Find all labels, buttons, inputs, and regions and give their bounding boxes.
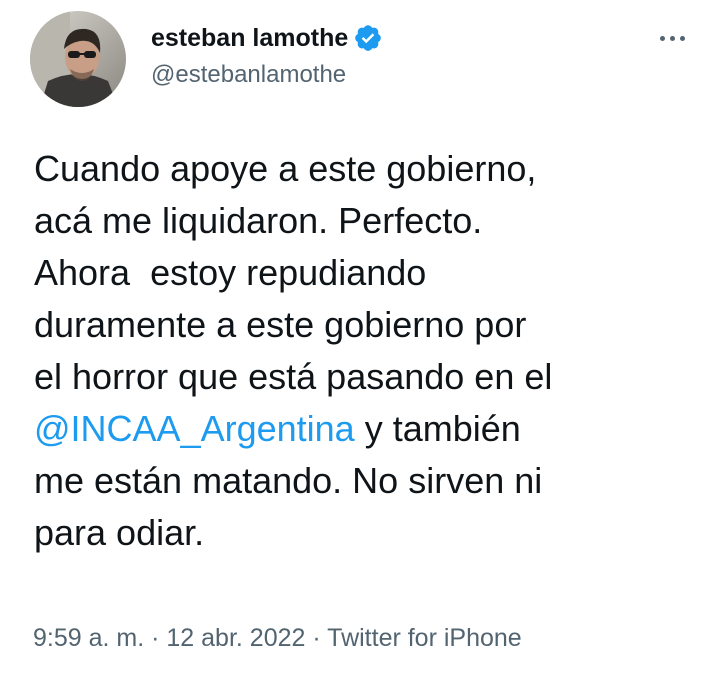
verified-badge-icon [353, 23, 383, 53]
tweet-line: para odiar. [34, 512, 205, 553]
meta-separator: · [305, 624, 328, 652]
author-display-name[interactable]: esteban lamothe [151, 22, 348, 54]
more-dot [669, 35, 675, 41]
tweet-line: duramente a este gobierno por [34, 304, 527, 345]
tweet-metadata: 9:59 a. m. · 12 abr. 2022 · Twitter for … [33, 621, 522, 655]
tweet-line: me están matando. No sirven ni [34, 460, 543, 501]
tweet-card: esteban lamothe @estebanlamothe Cuando a… [0, 0, 720, 690]
mention-link[interactable]: @INCAA_Argentina [34, 408, 355, 449]
tweet-line: Ahora estoy repudiando [34, 252, 427, 293]
author-info: esteban lamothe @estebanlamothe [151, 22, 383, 90]
author-avatar[interactable] [30, 11, 126, 107]
tweet-line-after-mention: y también [354, 408, 521, 449]
tweet-line: el horror que está pasando en el [34, 356, 553, 397]
tweet-line: acá me liquidaron. Perfecto. [34, 200, 483, 241]
tweet-line: Cuando apoye a este gobierno, [34, 148, 537, 189]
tweet-time[interactable]: 9:59 a. m. [33, 624, 144, 652]
tweet-date[interactable]: 12 abr. 2022 [166, 624, 305, 652]
more-options-button[interactable] [652, 26, 692, 50]
tweet-source[interactable]: Twitter for iPhone [327, 624, 522, 652]
more-dot [679, 35, 685, 41]
more-horizontal-icon [659, 35, 665, 41]
author-name-row[interactable]: esteban lamothe [151, 22, 383, 54]
author-handle[interactable]: @estebanlamothe [151, 60, 383, 90]
profile-photo-icon [30, 11, 126, 107]
tweet-line-mention: @INCAA_Argentina y también [34, 403, 704, 455]
meta-separator: · [144, 624, 167, 652]
tweet-text: Cuando apoye a este gobierno, acá me liq… [34, 143, 704, 559]
